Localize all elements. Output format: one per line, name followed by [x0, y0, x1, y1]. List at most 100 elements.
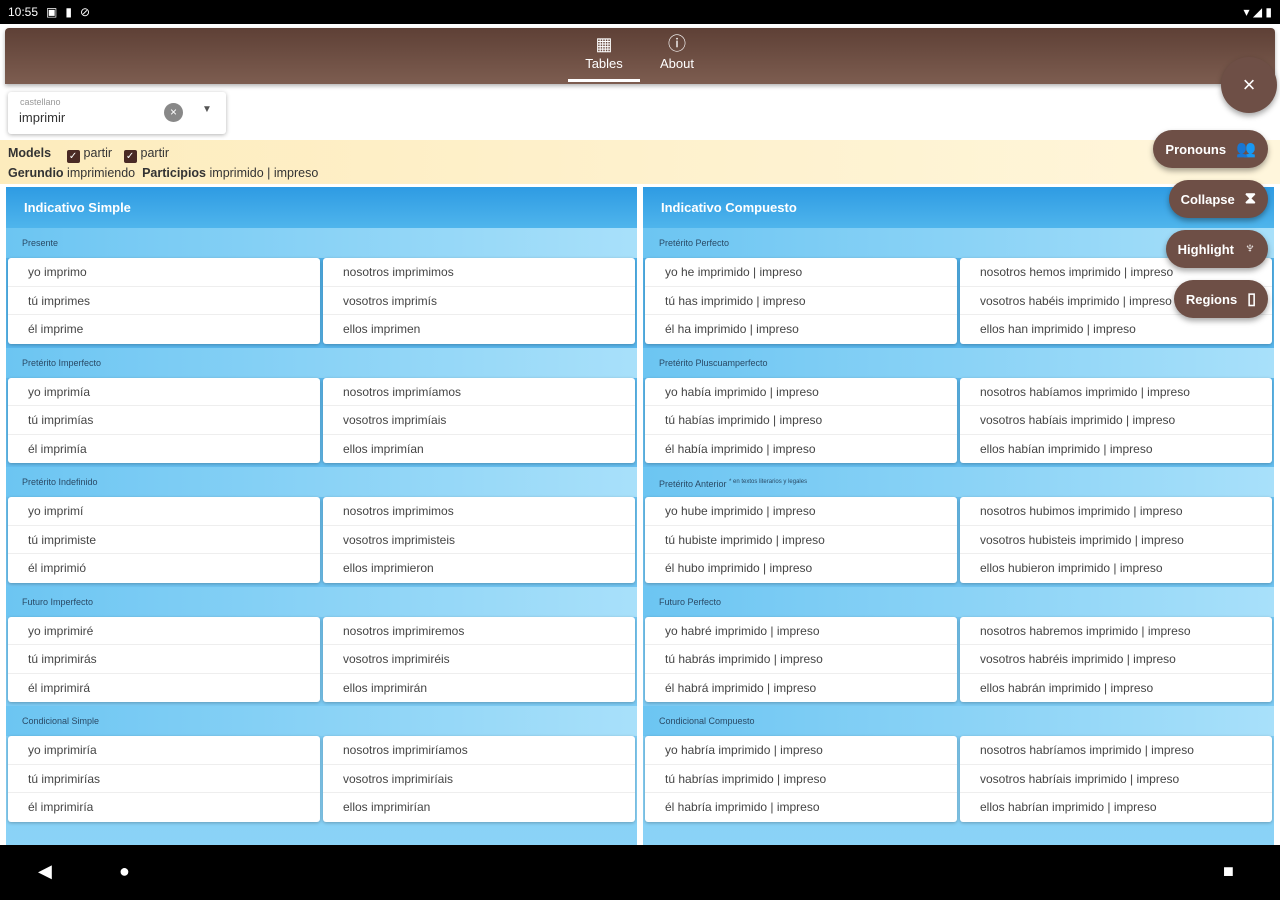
gerundio-label: Gerundio: [8, 166, 64, 180]
conjugation-list: yo había imprimido | impreso tú habías im…: [645, 377, 957, 463]
conjugation-row: tú habrías imprimido | impreso: [645, 765, 957, 793]
conjugation-row: ellos hubieron imprimido | impreso: [980, 561, 1163, 575]
conjugation-list: yo he imprimido | impreso tú has imprimid…: [645, 258, 957, 344]
conjugation-row: vosotros imprimiréis: [323, 645, 635, 674]
conjugation-row: ellos imprimirán: [343, 680, 428, 695]
conjugation-row: ellos imprimirían: [343, 800, 431, 814]
conjugation-row: tú imprimías: [8, 406, 320, 435]
conjugation-list: yo hube imprimido | impreso tú hubiste im…: [645, 497, 957, 583]
conjugation-row: él imprime: [28, 322, 84, 336]
button-label: Highlight: [1177, 241, 1234, 257]
conjugation-row: yo imprimiría: [8, 736, 320, 765]
highlight-button[interactable]: Highlight ♆: [1165, 230, 1268, 268]
conjugation-row: ellos habrían imprimido | impreso: [980, 800, 1157, 814]
conjugation-row: tú hubiste imprimido | impreso: [645, 526, 957, 554]
close-fab[interactable]: ×: [1221, 57, 1277, 113]
tab-tables[interactable]: ▦ Tables: [568, 32, 640, 82]
conjugation-row: vosotros habréis imprimido | impreso: [960, 645, 1272, 674]
model-name: partir: [83, 146, 113, 160]
app-bar: ▦ Tables ⓘ About: [5, 28, 1275, 84]
conjugation-list: nosotros imprimiremos vosotros imprimiréi…: [323, 616, 635, 702]
collapse-button[interactable]: Collapse ⧗: [1168, 180, 1268, 218]
clock: 10:55: [8, 5, 39, 19]
conjugation-row: yo hube imprimido | impreso: [645, 497, 957, 526]
conjugation-card: yo imprimía tú imprimías él imprimía nosotr…: [6, 377, 637, 468]
indicativo-simple-column: Indicativo Simple Presente yo imprimo tú im…: [6, 187, 637, 847]
conjugation-row: yo habré imprimido | impreso: [645, 617, 957, 645]
verb-input[interactable]: [19, 110, 159, 125]
collapse-icon: ⧗: [1244, 190, 1256, 207]
tense-name: Pretérito Indefinido: [22, 477, 98, 487]
conjugation-list: nosotros imprimíamos vosotros imprimíais e…: [323, 377, 635, 463]
conjugation-card: yo habré imprimido | impreso tú habrás im…: [643, 616, 1274, 707]
conjugation-row: vosotros imprimisteis: [323, 526, 635, 554]
conjugation-row: nosotros hubimos imprimido | impreso: [960, 497, 1272, 526]
sync-off-icon: ⊘: [79, 5, 91, 19]
conjugation-row: él imprimía: [28, 441, 87, 456]
tense-header: Pretérito Anterior * en textos literario…: [643, 467, 1274, 497]
conjugation-list: nosotros habremos imprimido | impreso vos…: [960, 616, 1272, 702]
conjugation-row: yo imprimía: [8, 378, 320, 406]
models-label: Models: [8, 146, 52, 160]
conjugation-row: vosotros habíais imprimido | impreso: [960, 406, 1272, 435]
conjugation-card: yo imprimí tú imprimiste él imprimió nosotr…: [6, 497, 637, 587]
chevron-down-icon[interactable]: ▼: [202, 104, 212, 115]
tense-header: Pretérito Indefinido: [6, 467, 637, 497]
home-icon[interactable]: ●: [119, 861, 130, 882]
tense-name: Pretérito Anterior: [659, 479, 727, 489]
tense-header: Pretérito Pluscuamperfecto: [643, 347, 1274, 378]
conjugation-row: él habrá imprimido | impreso: [665, 680, 817, 695]
checkbox-model-2[interactable]: ✓: [123, 150, 137, 163]
conjugation-row: yo había imprimido | impreso: [645, 378, 957, 406]
participios-label: Participios: [142, 166, 207, 180]
tense-name: Pretérito Imperfecto: [22, 357, 102, 368]
highlight-icon: ♆: [1244, 240, 1256, 257]
conjugation-row: él hubo imprimido | impreso: [665, 561, 813, 575]
map-icon: ▯: [1247, 291, 1256, 308]
conjugation-row: nosotros imprimimos: [323, 258, 635, 287]
conjugation-list: yo imprimí tú imprimiste él imprimió: [8, 497, 320, 583]
tense-header: Presente: [6, 228, 637, 258]
conjugation-list: nosotros imprimimos vosotros imprimís ello…: [323, 258, 635, 344]
conjugation-card: yo imprimo tú imprimes él imprime nosotros …: [6, 258, 637, 348]
regions-button[interactable]: Regions ▯: [1173, 280, 1268, 318]
conjugation-row: tú imprimiste: [8, 526, 320, 554]
conjugation-list: yo habría imprimido | impreso tú habrías …: [645, 736, 957, 822]
conjugation-list: nosotros hubimos imprimido | impreso voso…: [960, 497, 1272, 583]
tense-name: Condicional Compuesto: [659, 716, 755, 726]
conjugation-row: él imprimirá: [28, 680, 91, 695]
tab-about[interactable]: ⓘ About: [641, 32, 713, 82]
conjugation-card: yo imprimiré tú imprimirás él imprimirá nos…: [6, 616, 637, 707]
conjugation-list: nosotros habríamos imprimido | impreso vo…: [960, 736, 1272, 822]
recents-icon[interactable]: ■: [1223, 861, 1234, 882]
conjugation-row: vosotros imprimiríais: [323, 765, 635, 793]
button-label: Pronouns: [1165, 141, 1227, 157]
checkbox-model-1[interactable]: ✓: [66, 150, 80, 163]
pronouns-button[interactable]: Pronouns 👥: [1153, 130, 1268, 168]
tense-name: Futuro Perfecto: [659, 596, 722, 607]
conjugation-row: nosotros imprimíamos: [323, 378, 635, 406]
conjugation-row: vosotros imprimíais: [323, 406, 635, 435]
conjugation-row: yo habría imprimido | impreso: [645, 736, 957, 765]
tense-header: Pretérito Imperfecto: [6, 347, 637, 378]
tense-header: Futuro Imperfecto: [6, 586, 637, 617]
conjugation-row: nosotros imprimiríamos: [323, 736, 635, 765]
clear-icon[interactable]: ×: [164, 103, 183, 122]
conjugation-row: ellos habían imprimido | impreso: [980, 441, 1153, 456]
navigation-bar: ◀ ● ■: [0, 845, 1280, 900]
models-bar: Models ✓ partir ✓ partir Gerundio imprimie…: [0, 140, 1280, 184]
conjugation-card: yo habría imprimido | impreso tú habrías …: [643, 736, 1274, 826]
back-icon[interactable]: ◀: [38, 861, 52, 882]
conjugation-row: tú imprimirás: [8, 645, 320, 674]
tense-header: Condicional Compuesto: [643, 706, 1274, 736]
status-bar: 10:55 ▣ ▮ ⊘ ▾ ◢ ▮: [0, 0, 1280, 24]
people-icon: 👥: [1236, 141, 1256, 158]
participios-value: imprimido | impreso: [209, 166, 319, 180]
conjugation-row: yo imprimo: [8, 258, 320, 287]
conjugation-row: ellos han imprimido | impreso: [980, 322, 1136, 336]
conjugation-row: nosotros imprimimos: [323, 497, 635, 526]
conjugation-row: yo imprimí: [8, 497, 320, 526]
conjugation-row: nosotros habríamos imprimido | impreso: [960, 736, 1272, 765]
tense-name: Presente: [22, 238, 59, 248]
conjugation-card: yo había imprimido | impreso tú habías im…: [643, 377, 1274, 468]
